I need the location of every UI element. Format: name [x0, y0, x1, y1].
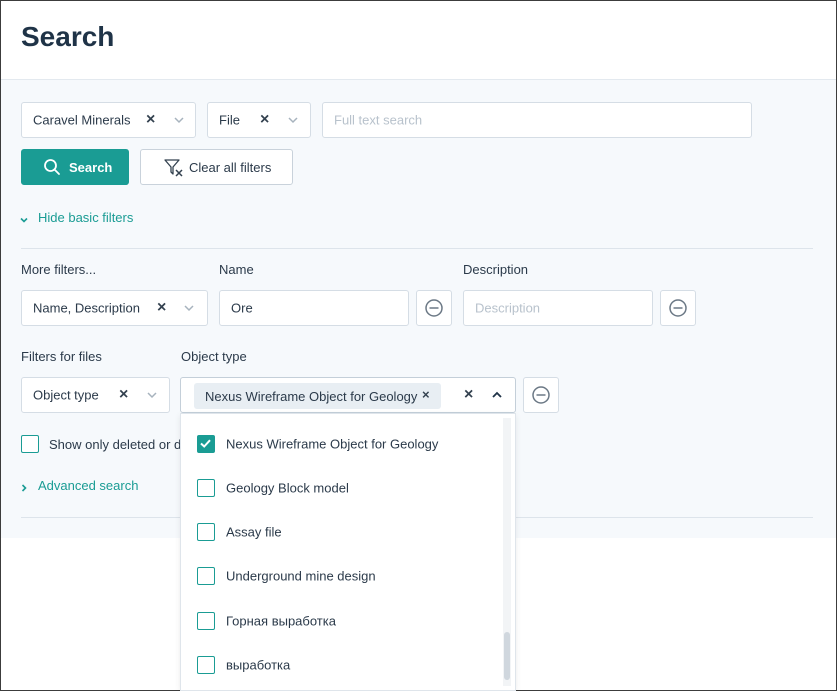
option-checkbox[interactable]: [197, 435, 215, 453]
filter-clear-icon: [163, 158, 185, 181]
object-type-clear-button[interactable]: ×: [464, 386, 473, 404]
minus-circle-icon: [669, 299, 687, 317]
type-select-value: File: [219, 112, 240, 128]
tag-remove-button[interactable]: ×: [422, 387, 430, 402]
page-header: Search: [1, 1, 836, 80]
object-type-tag: Nexus Wireframe Object for Geology ×: [194, 383, 441, 409]
dropdown-scrollbar-thumb[interactable]: [504, 632, 510, 680]
file-filters-value: Object type: [33, 387, 99, 403]
name-field-label: Name: [219, 262, 254, 277]
object-type-tag-label: Nexus Wireframe Object for Geology: [205, 389, 418, 404]
minus-circle-icon: [425, 299, 443, 317]
dropdown-option[interactable]: Nexus Wireframe Object for Geology: [181, 422, 501, 466]
option-label: Nexus Wireframe Object for Geology: [226, 436, 439, 452]
company-clear-button[interactable]: ×: [146, 111, 155, 129]
more-filters-clear-button[interactable]: ×: [157, 299, 166, 317]
advanced-search-link[interactable]: Advanced search: [38, 478, 138, 493]
search-button-label: Search: [69, 160, 113, 175]
option-checkbox[interactable]: [197, 523, 215, 541]
object-type-field-label: Object type: [181, 349, 247, 364]
dropdown-option[interactable]: Горная выработка: [181, 599, 501, 643]
dropdown-option[interactable]: Assay file: [181, 510, 501, 554]
chevron-down-icon[interactable]: [145, 388, 159, 402]
option-label: Geology Block model: [226, 480, 349, 496]
chevron-up-icon[interactable]: [490, 388, 504, 402]
option-label: Assay file: [226, 524, 282, 540]
search-button[interactable]: Search: [21, 149, 129, 185]
chevron-down-icon[interactable]: [182, 301, 196, 315]
search-icon: [43, 158, 61, 179]
name-input[interactable]: Ore: [219, 290, 409, 326]
object-type-dropdown: Nexus Wireframe Object for Geology Geolo…: [180, 413, 516, 691]
file-filters-clear-button[interactable]: ×: [119, 386, 128, 404]
description-input-placeholder: Description: [475, 300, 541, 316]
show-deleted-checkbox[interactable]: [21, 435, 39, 453]
option-label: Горная выработка: [226, 613, 336, 629]
description-input[interactable]: Description: [463, 290, 653, 326]
file-filters-select[interactable]: Object type ×: [21, 377, 170, 413]
full-text-search-placeholder: Full text search: [334, 112, 423, 128]
divider: [21, 248, 813, 249]
more-filters-value: Name, Description: [33, 300, 140, 316]
full-text-search-input[interactable]: Full text search: [322, 102, 752, 138]
hide-basic-filters-link[interactable]: Hide basic filters: [38, 210, 133, 225]
chevron-right-icon[interactable]: [19, 481, 29, 496]
option-checkbox[interactable]: [197, 479, 215, 497]
minus-circle-icon: [532, 386, 550, 404]
clear-all-filters-button[interactable]: Clear all filters: [140, 149, 293, 185]
company-select-value: Caravel Minerals: [33, 112, 131, 128]
more-filters-label: More filters...: [21, 262, 97, 277]
option-checkbox[interactable]: [197, 567, 215, 585]
check-icon: [200, 439, 211, 448]
dropdown-option[interactable]: Geology Block model: [181, 466, 501, 510]
clear-all-filters-label: Clear all filters: [189, 160, 272, 175]
chevron-down-icon[interactable]: [172, 113, 186, 127]
option-checkbox[interactable]: [197, 656, 215, 674]
dropdown-option[interactable]: выработка: [181, 643, 501, 687]
name-input-value: Ore: [231, 300, 253, 316]
company-select[interactable]: Caravel Minerals ×: [21, 102, 196, 138]
more-filters-select[interactable]: Name, Description ×: [21, 290, 208, 326]
remove-object-type-filter-button[interactable]: [523, 377, 559, 413]
remove-description-filter-button[interactable]: [660, 290, 696, 326]
chevron-down-icon[interactable]: [286, 113, 300, 127]
type-clear-button[interactable]: ×: [260, 111, 269, 129]
remove-name-filter-button[interactable]: [416, 290, 452, 326]
show-deleted-label: Show only deleted or da: [49, 437, 189, 452]
object-type-multiselect[interactable]: Nexus Wireframe Object for Geology × ×: [180, 377, 516, 413]
filters-for-files-label: Filters for files: [21, 349, 102, 364]
type-select[interactable]: File ×: [207, 102, 311, 138]
dropdown-option[interactable]: Underground mine design: [181, 554, 501, 598]
description-field-label: Description: [463, 262, 529, 277]
page-title: Search: [21, 21, 115, 52]
option-label: выработка: [226, 657, 291, 673]
chevron-down-icon[interactable]: [19, 213, 29, 228]
option-label: Underground mine design: [226, 568, 376, 584]
option-checkbox[interactable]: [197, 612, 215, 630]
